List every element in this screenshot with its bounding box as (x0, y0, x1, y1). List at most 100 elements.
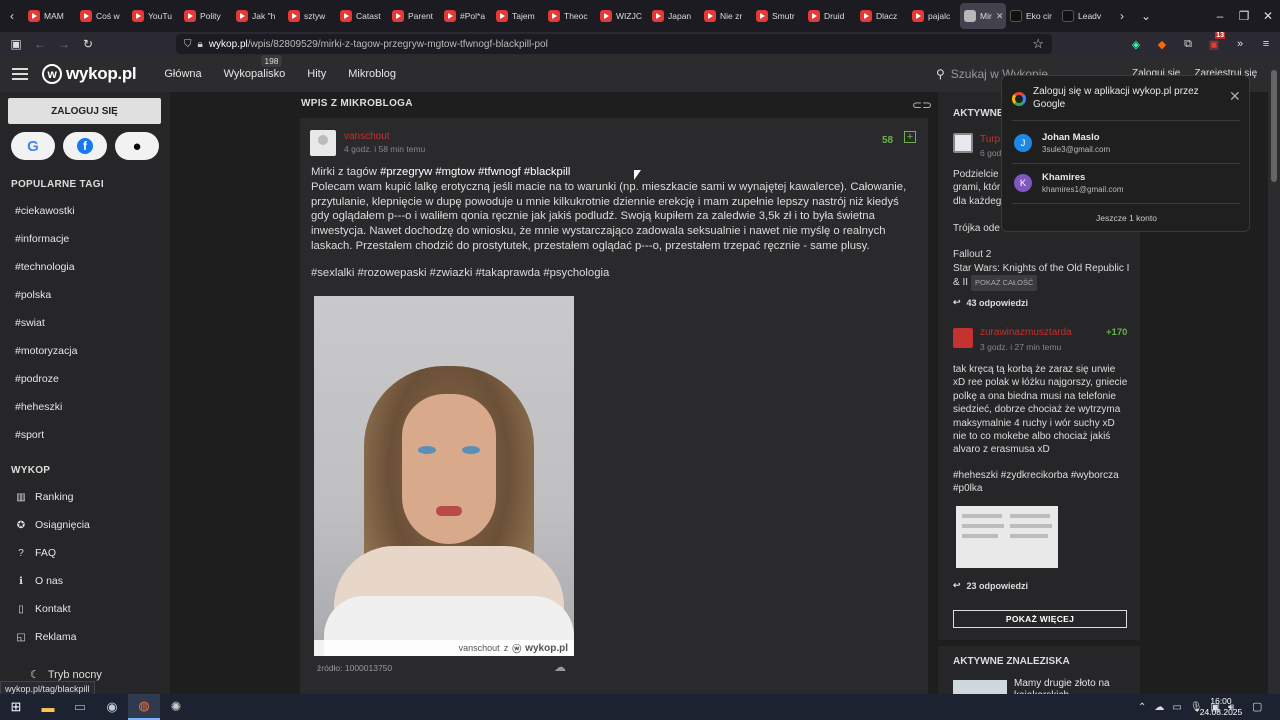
nav-glowna[interactable]: Główna (164, 68, 201, 80)
copy-link-icon[interactable]: ⊂⊃ (912, 98, 932, 112)
show-all-button[interactable]: POKAŻ CAŁOŚĆ (971, 275, 1038, 291)
close-tab-icon[interactable]: ✕ (996, 11, 1004, 22)
more-accounts-link[interactable]: Jeszcze 1 konto (1002, 213, 1251, 223)
back-icon[interactable]: ← (28, 37, 52, 51)
browser-tab[interactable]: Leadv (1058, 3, 1110, 29)
sidebar-link[interactable]: ℹ O nas (15, 575, 63, 587)
intro-tag[interactable]: #blackpill (524, 166, 570, 178)
browser-tab[interactable]: Coś w (76, 3, 128, 29)
site-logo[interactable]: w wykop.pl (42, 64, 137, 84)
post-tags[interactable]: #sexlalki #rozowepaski #zwiazki #takapra… (311, 267, 609, 279)
browser-tab[interactable]: Druid (804, 3, 856, 29)
page-scrollbar[interactable] (1268, 56, 1280, 694)
entry-author[interactable]: zurawinazmusztarda (980, 327, 1072, 338)
extensions-puzzle-icon[interactable]: ⧉ (1178, 34, 1198, 54)
popular-tag[interactable]: #technologia (15, 261, 75, 273)
browser-tab[interactable]: Theoc (544, 3, 596, 29)
extension-shield-icon[interactable]: ◈ (1126, 34, 1146, 54)
download-cloud-icon[interactable]: ☁ (554, 660, 566, 674)
extension-badge-icon[interactable]: ▣ 13 (1204, 32, 1225, 54)
facebook-login-button[interactable]: f (63, 132, 107, 160)
upvote-plus-icon[interactable]: + (904, 131, 916, 143)
extension-fox-icon[interactable]: ◆ (1152, 34, 1172, 54)
browser-tab[interactable]: Dlacz (856, 3, 908, 29)
browser-tab[interactable]: MAM (24, 3, 76, 29)
sidebar-link[interactable]: ▥ Ranking (15, 491, 73, 503)
sidebar-login-button[interactable]: ZALOGUJ SIĘ (8, 98, 161, 124)
nav-mikroblog[interactable]: Mikroblog (348, 68, 396, 80)
browser-tab[interactable]: Smutr (752, 3, 804, 29)
browser-tab[interactable]: Jak "h (232, 3, 284, 29)
browser-tab[interactable]: Nie zr (700, 3, 752, 29)
tabs-scroll-right-icon[interactable]: › (1110, 3, 1134, 29)
bookmark-star-icon[interactable]: ☆ (1032, 36, 1044, 52)
google-login-button[interactable]: G (11, 132, 55, 160)
close-window-icon[interactable]: ✕ (1256, 3, 1280, 29)
sidebar-link[interactable]: ◱ Reklama (15, 631, 76, 643)
minimize-icon[interactable]: – (1208, 3, 1232, 29)
hamburger-menu-icon[interactable] (12, 68, 28, 80)
entry-tags[interactable]: #heheszki #zydkrecikorba #wyborcza #p0lka (953, 469, 1131, 496)
browser-tab[interactable]: pajalc (908, 3, 960, 29)
more-tools-icon[interactable]: » (1230, 34, 1250, 54)
tray-chevron-icon[interactable]: ⌃ (1138, 702, 1146, 713)
post-image[interactable] (314, 296, 574, 656)
close-icon[interactable]: ✕ (1229, 88, 1241, 105)
app-icon[interactable]: ✺ (160, 694, 192, 720)
steam-icon[interactable]: ◉ (96, 694, 128, 720)
scrollbar-thumb[interactable] (1271, 70, 1277, 182)
onedrive-icon[interactable]: ☁ (1154, 702, 1164, 713)
account-option[interactable]: K Khamires khamires1@gmail.com (1012, 164, 1240, 202)
browser-tab[interactable]: Tajem (492, 3, 544, 29)
intro-tag[interactable]: #przegryw (380, 166, 432, 178)
post-author[interactable]: vanschout (344, 131, 390, 142)
nav-hity[interactable]: Hity (307, 68, 326, 80)
browser-tab[interactable]: Catast (336, 3, 388, 29)
sidebar-link[interactable]: ▯ Kontakt (15, 603, 70, 615)
entry-replies[interactable]: ↩ 43 odpowiedzi (953, 297, 1028, 308)
popular-tag[interactable]: #polska (15, 289, 51, 301)
app-menu-icon[interactable]: ≡ (1256, 34, 1276, 54)
popular-tag[interactable]: #motoryzacja (15, 345, 77, 357)
firefox-icon[interactable]: ◍ (128, 694, 160, 720)
entry-image[interactable] (956, 506, 1058, 568)
sidebar-toggle-icon[interactable]: ▣ (4, 37, 28, 51)
entry-replies[interactable]: ↩ 23 odpowiedzi (953, 580, 1028, 591)
forward-icon[interactable]: → (52, 37, 76, 51)
popular-tag[interactable]: #swiat (15, 317, 45, 329)
browser-tab[interactable]: WIZJC (596, 3, 648, 29)
sidebar-link[interactable]: ✪ Osiągnięcia (15, 519, 90, 531)
browser-tab[interactable]: Mir ✕ (960, 3, 1006, 29)
entry-avatar[interactable] (953, 133, 973, 153)
popular-tag[interactable]: #sport (15, 429, 44, 441)
browser-tab[interactable]: Parent (388, 3, 440, 29)
nav-wykopalisko[interactable]: Wykopalisko (224, 68, 286, 80)
browser-tab[interactable]: Eko cir (1006, 3, 1058, 29)
author-avatar[interactable] (310, 130, 336, 156)
entry-author[interactable]: Turp (980, 134, 1000, 145)
intro-tag[interactable]: #tfwnogf (478, 166, 521, 178)
popular-tag[interactable]: #heheszki (15, 401, 62, 413)
taskbar-clock[interactable]: 16:00 24.08.2025 (1198, 696, 1244, 718)
browser-tab[interactable]: YouTu (128, 3, 180, 29)
browser-tab[interactable]: Polity (180, 3, 232, 29)
maximize-icon[interactable]: ❐ (1232, 3, 1256, 29)
tab-list-icon[interactable]: ‹ (0, 3, 24, 29)
browser-tab[interactable]: #Pol*a (440, 3, 492, 29)
intro-tag[interactable]: #mgtow (435, 166, 475, 178)
sidebar-link[interactable]: ? FAQ (15, 547, 56, 559)
windows-start-icon[interactable]: ⊞ (0, 694, 32, 720)
url-bar[interactable]: ⛉ 🔒︎ wykop.pl/wpis/82809529/mirki-z-tago… (176, 34, 1052, 54)
notifications-icon[interactable]: ▢ (1252, 700, 1262, 713)
night-mode-toggle[interactable]: ☾ Tryb nocny (30, 668, 102, 682)
computer-icon[interactable]: ▭ (64, 694, 96, 720)
monitor-icon[interactable]: ▭ (1172, 702, 1181, 713)
tabs-dropdown-icon[interactable]: ⌄ (1134, 3, 1158, 29)
browser-tab[interactable]: sztyw (284, 3, 336, 29)
entry-avatar[interactable] (953, 328, 973, 348)
apple-login-button[interactable]: ● (115, 132, 159, 160)
show-more-button[interactable]: POKAŻ WIĘCEJ (953, 610, 1127, 628)
account-option[interactable]: J Johan Maslo 3sule3@gmail.com (1012, 124, 1240, 162)
popular-tag[interactable]: #podroze (15, 373, 59, 385)
reload-icon[interactable]: ↻ (76, 37, 100, 51)
